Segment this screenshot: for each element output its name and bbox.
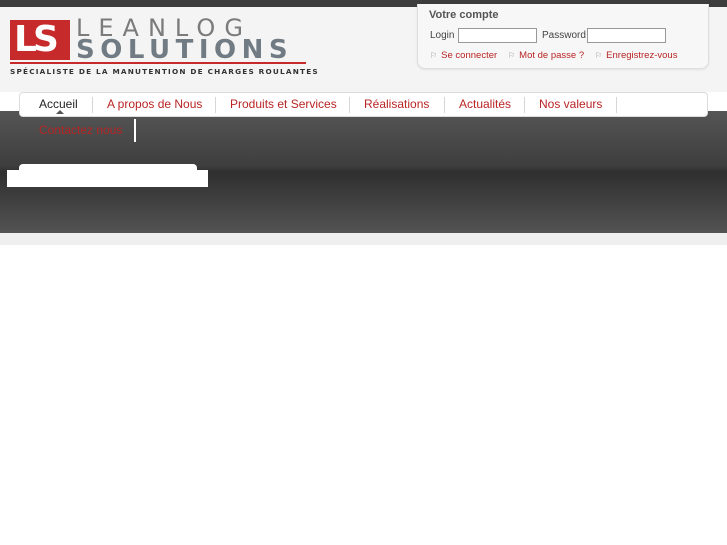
flag-icon: ⚐ — [595, 51, 603, 60]
register-link[interactable]: ⚐ Enregistrez-vous — [595, 50, 677, 61]
account-panel: Votre compte Login Password ⚐ Se connecte… — [417, 4, 709, 69]
leanlog-logo[interactable]: LS LEANLOG SOLUTIONS SPÉCIALISTE DE LA M… — [10, 14, 318, 80]
login-label: Login — [430, 30, 455, 41]
flag-icon: ⚐ — [508, 51, 516, 60]
logo-divider — [10, 62, 306, 64]
logo-tagline: SPÉCIALISTE DE LA MANUTENTION DE CHARGES… — [10, 67, 319, 76]
nav-separator — [524, 97, 525, 113]
nav-separator — [349, 97, 350, 113]
logo-text-solutions: SOLUTIONS — [76, 35, 294, 65]
logo-mark-glyph: LS — [14, 19, 59, 60]
flag-icon: ⚐ — [430, 51, 438, 60]
banner-box — [7, 170, 208, 187]
login-link-label: Se connecter — [441, 50, 498, 61]
nav-item-realisations[interactable]: Réalisations — [364, 97, 429, 111]
nav-separator — [92, 97, 93, 113]
main-nav: Accueil A propos de Nous Produits et Ser… — [19, 92, 708, 117]
nav-item-produits[interactable]: Produits et Services — [230, 97, 337, 111]
nav-item-accueil[interactable]: Accueil — [39, 97, 78, 111]
nav-item-actualites[interactable]: Actualités — [459, 97, 511, 111]
nav-separator — [444, 97, 445, 113]
account-title: Votre compte — [429, 9, 499, 21]
logo-mark: LS — [10, 20, 70, 60]
nav-item-contactez-nous[interactable]: Contactez nous — [39, 123, 122, 137]
login-link[interactable]: ⚐ Se connecter — [430, 50, 497, 61]
forgot-password-link[interactable]: ⚐ Mot de passe ? — [508, 50, 584, 61]
login-input[interactable] — [458, 28, 537, 43]
nav-item-a-propos[interactable]: A propos de Nous — [107, 97, 202, 111]
active-nav-pointer — [56, 110, 64, 114]
nav-separator — [616, 97, 617, 113]
forgot-password-label: Mot de passe ? — [519, 50, 585, 61]
nav-item-nos-valeurs[interactable]: Nos valeurs — [539, 97, 602, 111]
content-strip — [0, 233, 727, 245]
password-label: Password — [542, 30, 586, 41]
nav-separator — [134, 119, 136, 142]
password-input[interactable] — [587, 28, 666, 43]
register-link-label: Enregistrez-vous — [606, 50, 678, 61]
nav-separator — [215, 97, 216, 113]
